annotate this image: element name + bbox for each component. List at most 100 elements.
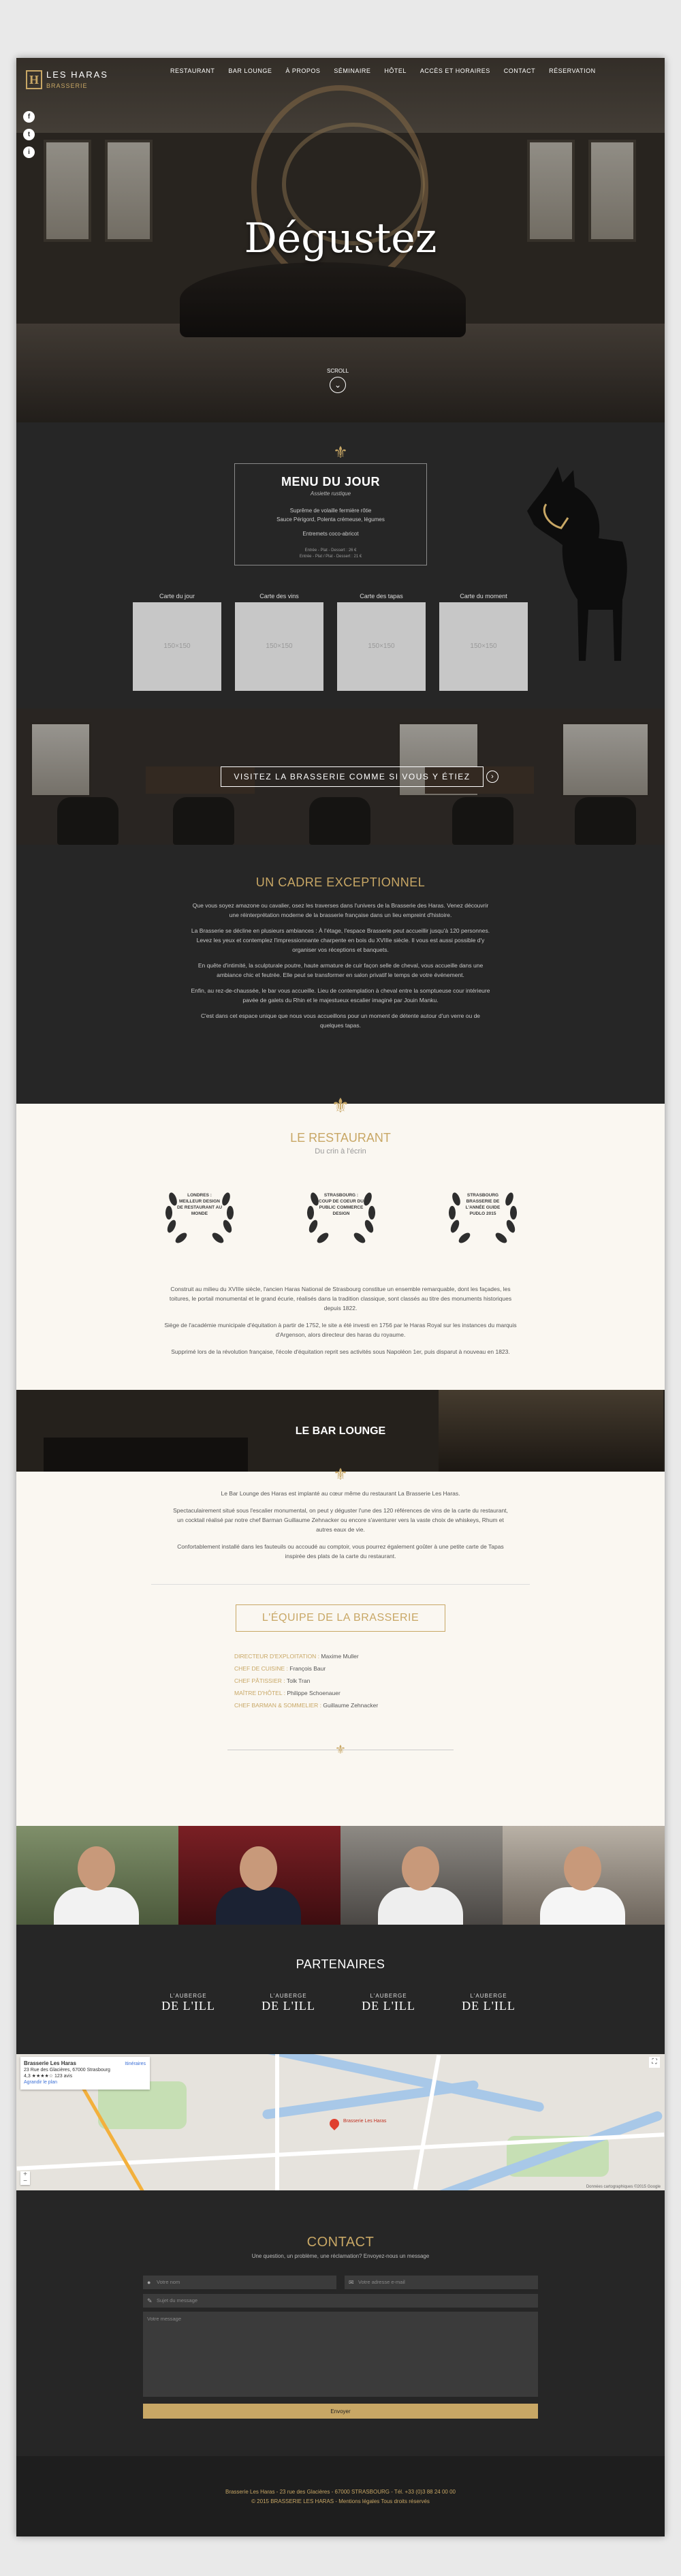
carte-label: Carte du moment [460,593,507,600]
restaurant-paragraph: Supprimé lors de la révolution française… [171,1348,510,1355]
cadre-paragraph: C'est dans cet espace unique que nous vo… [200,1012,481,1029]
carte-label: Carte du jour [159,593,195,600]
carte-du-moment[interactable]: Carte du moment 150×150 [439,593,528,691]
partner-logo-line2: DE L'ILL [362,1999,415,2013]
partner-logo-line1: L'AUBERGE [370,1993,407,1999]
main-nav: RESTAURANT BAR LOUNGE À PROPOS SÉMINAIRE… [170,67,596,74]
partner-logo[interactable]: L'AUBERGE DE L'ILL [360,1993,417,2013]
partner-logo[interactable]: L'AUBERGE DE L'ILL [460,1993,518,2013]
staff-name: Tolk Tran [286,1677,311,1684]
staff-role: CHEF DE CUISINE : [234,1665,288,1672]
cartes-row: Carte du jour 150×150 Carte des vins 150… [133,593,528,691]
map-rating: 4,3 ★★★★☆ 123 avis [24,2074,73,2079]
team-photo [16,1826,178,1925]
email-field[interactable]: ✉ Votre adresse e-mail [345,2276,538,2289]
map-road [413,2054,441,2190]
map-pin-icon[interactable] [328,2117,341,2130]
carte-du-jour[interactable]: Carte du jour 150×150 [133,593,221,691]
map-directions-link[interactable]: Itinéraires [125,2061,146,2067]
map-enlarge-link[interactable]: Agrandir le plan [24,2080,57,2085]
carte-des-vins[interactable]: Carte des vins 150×150 [235,593,323,691]
cadre-paragraph: Que vous soyez amazone ou cavalier, osez… [192,902,489,918]
map-zoom-control[interactable]: + − [20,2171,30,2185]
scroll-button[interactable]: SCROLL ⌄ [327,368,349,393]
arrow-right-icon[interactable]: › [486,771,498,783]
site-frame: H LES HARAS BRASSERIE RESTAURANT BAR LOU… [16,58,665,2536]
submit-button[interactable]: Envoyer [143,2404,538,2419]
nav-bar-lounge[interactable]: BAR LOUNGE [228,67,272,74]
restaurant-paragraph: Siège de l'académie municipale d'équitat… [164,1322,517,1338]
nav-hotel[interactable]: HÔTEL [384,67,407,74]
staff-role: CHEF BARMAN & SOMMELIER : [234,1702,321,1709]
partner-logo[interactable]: L'AUBERGE DE L'ILL [259,1993,317,2013]
nav-restaurant[interactable]: RESTAURANT [170,67,215,74]
carte-des-tapas[interactable]: Carte des tapas 150×150 [337,593,426,691]
subject-field[interactable]: ✎ Sujet du message [143,2294,538,2308]
footer: Brasserie Les Haras - 23 rue des Glacièr… [16,2456,665,2536]
facebook-icon[interactable]: f [23,111,35,123]
carte-thumbnail[interactable]: 150×150 [235,602,323,691]
zoom-out-button[interactable]: − [20,2178,30,2185]
instagram-icon[interactable]: i [23,146,35,158]
contact-title: CONTACT [306,2235,375,2250]
staff-item: DIRECTEUR D'EXPLOITATION : Maxime Muller [234,1650,378,1662]
team-photo [340,1826,503,1925]
staff-role: DIRECTEUR D'EXPLOITATION : [234,1653,320,1660]
section-divider [151,1584,530,1585]
partner-logos: L'AUBERGE DE L'ILL L'AUBERGE DE L'ILL L'AU… [159,1993,518,2013]
team-photo [178,1826,340,1925]
footer-copyright[interactable]: © 2015 BRASSERIE LES HARAS - Mentions lé… [16,2498,665,2504]
award-text: STRASBOURG : COUP DE COEUR DU PUBLIC COM… [319,1193,364,1216]
page: H LES HARAS BRASSERIE RESTAURANT BAR LOU… [0,0,681,2576]
nav-contact[interactable]: CONTACT [504,67,535,74]
team-photo-head [78,1846,115,1891]
fleur-de-lis-icon: ⚜ [333,1465,348,1484]
map-address: 23 Rue des Glacières, 67000 Strasbourg [24,2068,110,2073]
staff-name: François Baur [289,1665,326,1672]
twitter-icon[interactable]: t [23,129,35,140]
team-photo [503,1826,665,1925]
award-text: STRASBOURG BRASSERIE DE L'ANNÉE GUIDE PU… [465,1193,501,1216]
menu-prices: Entrée - Plat - Dessert : 26 € Entrée - … [235,548,426,560]
partner-logo-line2: DE L'ILL [462,1999,516,2013]
nav-reservation[interactable]: RÉSERVATION [549,67,596,74]
map-attribution: Données cartographiques ©2015 Google [586,2185,661,2189]
map-section[interactable]: Brasserie Les Haras 23 Rue des Glacières… [16,2054,665,2190]
staff-list: DIRECTEUR D'EXPLOITATION : Maxime Muller… [234,1650,378,1711]
carte-thumbnail[interactable]: 150×150 [439,602,528,691]
staff-name: Philippe Schoenauer [287,1690,340,1696]
bar-lounge-title: LE BAR LOUNGE [295,1425,386,1437]
virtual-visit-button[interactable]: VISITEZ LA BRASSERIE COMME SI VOUS Y ÉTI… [221,766,484,787]
nav-a-propos[interactable]: À PROPOS [285,67,320,74]
award-badge: LONDRES : MEILLEUR DESIGN DE RESTAURANT … [159,1172,240,1252]
restaurant-section: ⚜ LE RESTAURANT Du crin à l'écrin LONDRE… [16,1095,665,1390]
team-photo-body [378,1887,463,1925]
cadre-paragraph: En quête d'intimité, la sculpturale pout… [197,962,484,978]
site-logo[interactable]: H LES HARAS BRASSERIE [26,69,108,90]
restaurant-text: Construit au milieu du XVIIIe siècle, l'… [163,1284,518,1364]
staff-item: CHEF PÂTISSIER : Tolk Tran [234,1675,378,1687]
menu-du-jour-box: MENU DU JOUR Assiette rustique Suprême d… [234,463,427,565]
pencil-icon: ✎ [147,2297,153,2304]
carte-thumbnail[interactable]: 150×150 [133,602,221,691]
nav-acces-horaires[interactable]: ACCÈS ET HORAIRES [420,67,490,74]
fullscreen-icon[interactable]: ⛶ [649,2057,660,2068]
bar-lounge-text: Le Bar Lounge des Haras est implanté au … [170,1489,511,1568]
logo-mark-icon: H [26,70,42,89]
restaurant-paragraph: Construit au milieu du XVIIIe siècle, l'… [169,1286,512,1312]
message-textarea[interactable]: Votre message [143,2312,538,2397]
partner-logo[interactable]: L'AUBERGE DE L'ILL [159,1993,217,2013]
fleur-de-lis-icon: ⚜ [334,1743,347,1756]
cadre-title: UN CADRE EXCEPTIONNEL [255,875,426,889]
menu-price-line: Entrée - Plat / Plat - Dessert : 21 € [299,555,362,559]
name-field[interactable]: ● Votre nom [143,2276,336,2289]
staff-name: Guillaume Zehnacker [323,1702,379,1709]
partenaires-title: PARTENAIRES [296,1957,385,1971]
logo-text: LES HARAS BRASSERIE [46,69,108,90]
fleur-de-lis-icon: ⚜ [331,1095,350,1117]
contact-section: CONTACT Une question, un problème, une r… [16,2190,665,2456]
fleur-de-lis-icon: ⚜ [333,444,348,462]
restaurant-tagline: Du crin à l'écrin [315,1147,366,1155]
carte-thumbnail[interactable]: 150×150 [337,602,426,691]
nav-seminaire[interactable]: SÉMINAIRE [334,67,370,74]
